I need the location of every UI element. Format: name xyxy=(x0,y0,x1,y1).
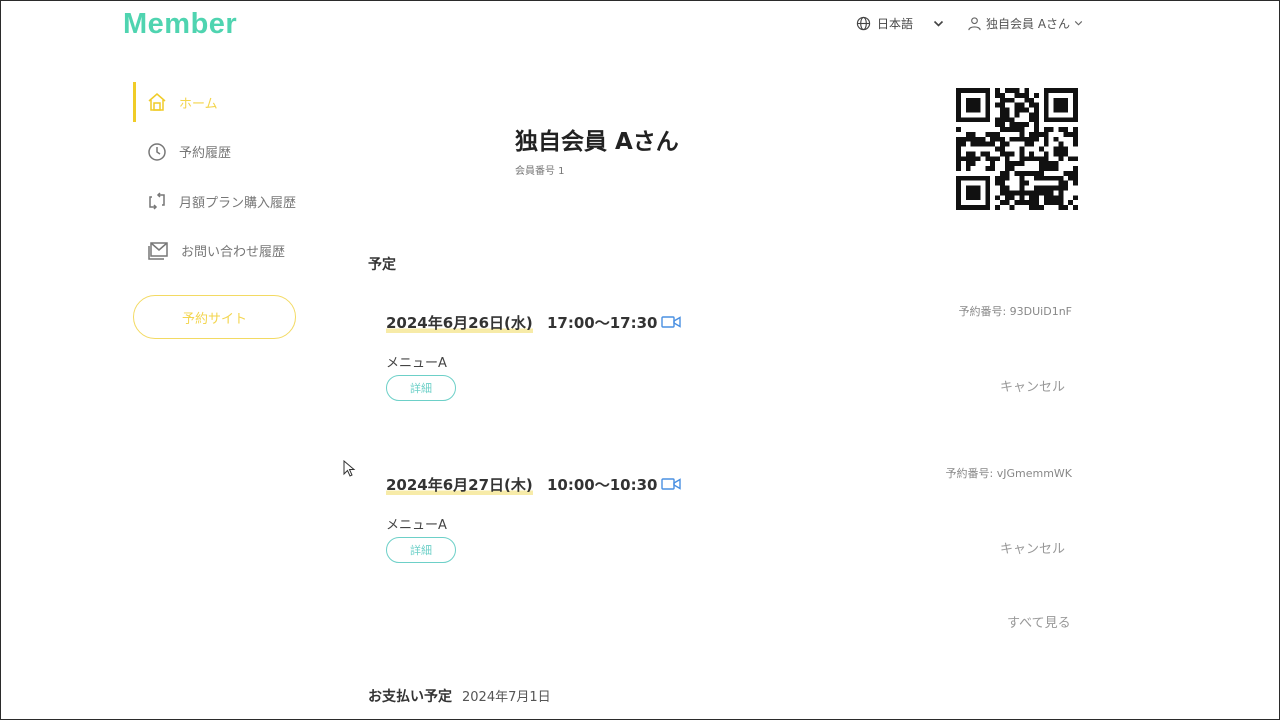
booking-reference: 予約番号: 93DUiD1nF xyxy=(958,305,1072,318)
user-icon xyxy=(967,16,982,31)
globe-icon xyxy=(856,16,871,31)
member-name: 独自会員 Aさん xyxy=(515,129,679,155)
booking-reference: 予約番号: vJGmemmWK xyxy=(945,467,1072,480)
sidebar-item-label: 月額プラン購入履歴 xyxy=(179,195,297,211)
language-selector[interactable]: 日本語 xyxy=(856,15,944,32)
repeat-icon xyxy=(147,191,167,211)
qr-code-icon xyxy=(956,88,1078,210)
sidebar-item-home[interactable]: ホーム xyxy=(133,82,333,122)
schedule-section-title: 予定 xyxy=(368,257,396,273)
mail-icon xyxy=(147,241,169,261)
video-camera-icon xyxy=(661,477,681,491)
booking-time: 10:00〜10:30 xyxy=(547,476,658,494)
cancel-button[interactable]: キャンセル xyxy=(1000,538,1065,557)
reservation-site-button[interactable]: 予約サイト xyxy=(133,295,296,339)
detail-button[interactable]: 詳細 xyxy=(386,537,456,563)
member-number: 会員番号 1 xyxy=(515,166,565,177)
payment-date: 2024年7月1日 xyxy=(462,690,551,705)
payment-title: お支払い予定 xyxy=(368,689,452,705)
app-logo[interactable]: Member xyxy=(123,8,237,41)
sidebar-item-label: 予約履歴 xyxy=(179,146,232,161)
video-camera-icon xyxy=(661,315,681,329)
chevron-down-icon xyxy=(933,20,944,28)
detail-button[interactable]: 詳細 xyxy=(386,375,456,401)
sidebar-nav: ホーム 予約履歴 月額プラン購入履歴 お問い合わせ履歴 xyxy=(133,82,333,280)
sidebar-item-inquiry-history[interactable]: お問い合わせ履歴 xyxy=(133,231,333,271)
home-icon xyxy=(147,92,167,112)
cancel-button[interactable]: キャンセル xyxy=(1000,376,1065,395)
booking-time: 17:00〜17:30 xyxy=(547,314,658,332)
sidebar-item-monthly-plan-history[interactable]: 月額プラン購入履歴 xyxy=(133,181,333,221)
sidebar-item-reservation-history[interactable]: 予約履歴 xyxy=(133,132,333,172)
booking-date: 2024年6月26日(水) xyxy=(386,312,533,333)
payment-schedule: お支払い予定 2024年7月1日 xyxy=(368,686,551,706)
sidebar-item-label: お問い合わせ履歴 xyxy=(181,245,286,260)
clock-icon xyxy=(147,142,167,162)
user-name: 独自会員 Aさん xyxy=(986,17,1071,31)
see-all-link[interactable]: すべて見る xyxy=(1007,612,1071,631)
user-menu[interactable]: 独自会員 Aさん xyxy=(967,15,1083,32)
chevron-down-icon xyxy=(1074,20,1083,27)
booking-menu: メニューA xyxy=(386,356,447,371)
booking-date: 2024年6月27日(木) xyxy=(386,474,533,495)
language-label: 日本語 xyxy=(877,17,914,31)
booking-menu: メニューA xyxy=(386,518,447,533)
mouse-cursor-icon xyxy=(343,460,356,477)
sidebar-item-label: ホーム xyxy=(179,96,218,112)
